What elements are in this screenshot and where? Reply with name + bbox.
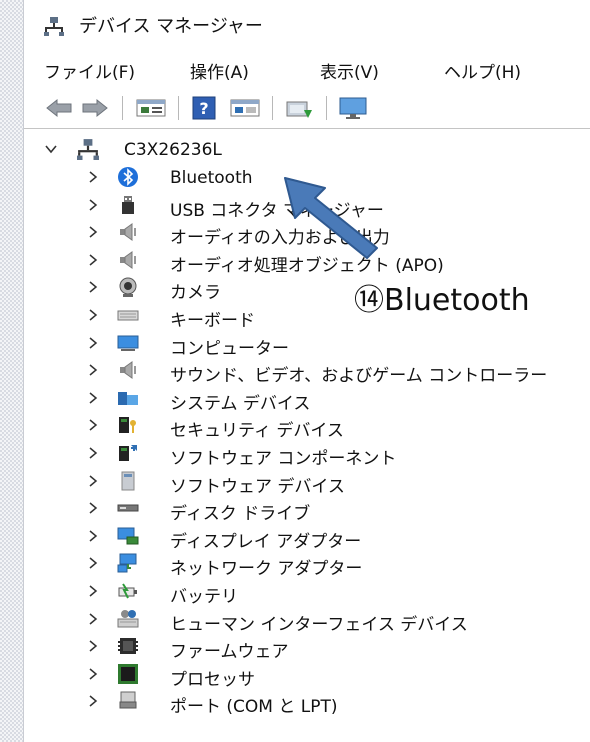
chevron-right-icon[interactable] (86, 638, 100, 652)
view-icon[interactable] (228, 94, 262, 122)
security-device-icon (117, 414, 139, 436)
tree-item[interactable]: システム デバイス (24, 386, 590, 414)
speaker-icon (117, 359, 139, 381)
chevron-right-icon[interactable] (86, 473, 100, 487)
chevron-right-icon[interactable] (86, 279, 100, 293)
tree-item[interactable]: ヒューマン インターフェイス デバイス (24, 607, 590, 635)
chevron-right-icon[interactable] (86, 666, 100, 680)
svg-text:?: ? (199, 99, 208, 118)
tree-item[interactable]: コンピューター (24, 331, 590, 359)
usb-icon (117, 194, 139, 216)
chevron-right-icon[interactable] (86, 224, 100, 238)
toolbar-separator (122, 96, 123, 120)
tree-item-label: キーボード (170, 311, 255, 331)
tree-item-label: サウンド、ビデオ、およびゲーム コントローラー (170, 366, 548, 387)
tree-item[interactable]: セキュリティ デバイス (24, 413, 590, 441)
camera-icon (117, 276, 139, 298)
menu-action[interactable]: 操作(A) (190, 58, 249, 83)
tree-item[interactable]: ソフトウェア コンポーネント (24, 441, 590, 469)
annotation-arrow (284, 177, 378, 259)
tree-root[interactable]: C3X26236L (24, 137, 590, 165)
display-adapter-icon (117, 525, 139, 547)
port-icon (117, 690, 139, 712)
window-title: デバイス マネージャー (79, 16, 263, 37)
chevron-right-icon[interactable] (86, 445, 100, 459)
tree-item-label: ヒューマン インターフェイス デバイス (170, 614, 468, 635)
tree-item[interactable]: ポート (COM と LPT) (24, 689, 590, 717)
battery-icon (117, 580, 139, 602)
tree-item-label: ソフトウェア コンポーネント (170, 449, 397, 469)
help-icon[interactable]: ? (190, 94, 218, 122)
update-driver-icon[interactable] (282, 94, 316, 122)
tree-item[interactable]: ディスプレイ アダプター (24, 524, 590, 552)
tree-item-label: システム デバイス (170, 393, 311, 414)
toolbar-separator (272, 96, 273, 120)
software-component-icon (117, 442, 139, 464)
tree-item[interactable]: バッテリ (24, 579, 590, 607)
hid-icon (117, 608, 139, 630)
tree-item-label: セキュリティ デバイス (170, 421, 344, 442)
chevron-right-icon[interactable] (86, 390, 100, 404)
bluetooth-icon (117, 166, 139, 188)
tree-item-label: ネットワーク アダプター (170, 559, 363, 580)
tree-item[interactable]: プロセッサ (24, 662, 590, 690)
system-folder-icon (117, 387, 139, 409)
chevron-right-icon[interactable] (86, 611, 100, 625)
tree-item-label: ディスク ドライブ (170, 504, 311, 525)
speaker-icon (117, 249, 139, 271)
chevron-right-icon[interactable] (86, 417, 100, 431)
tree-item[interactable]: サウンド、ビデオ、およびゲーム コントローラー (24, 358, 590, 386)
menu-bar: ファイル(F) 操作(A) 表示(V) ヘルプ(H) (24, 50, 590, 86)
chevron-right-icon[interactable] (86, 335, 100, 349)
computer-tree-icon (77, 138, 99, 160)
tree-item[interactable]: ファームウェア (24, 634, 590, 662)
tree-item[interactable]: ディスク ドライブ (24, 496, 590, 524)
menu-file[interactable]: ファイル(F) (44, 58, 135, 83)
title-bar: デバイス マネージャー (24, 0, 590, 50)
chevron-right-icon[interactable] (86, 583, 100, 597)
back-icon[interactable] (44, 94, 74, 122)
toolbar: ? (24, 88, 590, 128)
speaker-icon (117, 221, 139, 243)
chevron-right-icon[interactable] (86, 528, 100, 542)
tree-item-label: コンピューター (170, 338, 289, 359)
device-manager-window: デバイス マネージャー ファイル(F) 操作(A) 表示(V) ヘルプ(H) ? (24, 0, 590, 742)
chevron-right-icon[interactable] (86, 693, 100, 707)
chevron-right-icon[interactable] (86, 307, 100, 321)
chevron-right-icon[interactable] (86, 555, 100, 569)
chevron-right-icon[interactable] (86, 197, 100, 211)
chevron-right-icon[interactable] (86, 362, 100, 376)
tree-item[interactable]: ソフトウェア デバイス (24, 469, 590, 497)
tree-root-label: C3X26236L (124, 140, 222, 160)
tree-item-label: ディスプレイ アダプター (170, 531, 362, 552)
tree-item[interactable]: ネットワーク アダプター (24, 551, 590, 579)
processor-icon (117, 663, 139, 685)
chevron-down-icon[interactable] (44, 141, 58, 155)
menu-help[interactable]: ヘルプ(H) (444, 58, 521, 83)
computer-icon (117, 332, 139, 354)
menu-view[interactable]: 表示(V) (320, 58, 379, 83)
device-manager-app-icon (44, 16, 64, 36)
firmware-icon (117, 635, 139, 657)
tree-item-label: プロセッサ (170, 669, 255, 690)
network-adapter-icon (117, 552, 139, 574)
tree-item-label: Bluetooth (170, 168, 253, 188)
chevron-right-icon[interactable] (86, 252, 100, 266)
toolbar-separator (326, 96, 327, 120)
chevron-right-icon[interactable] (86, 169, 100, 183)
disk-drive-icon (117, 497, 139, 519)
forward-icon[interactable] (80, 94, 110, 122)
tree-item-label: ソフトウェア デバイス (170, 476, 345, 497)
tree-item-label: ファームウェア (170, 642, 289, 663)
keyboard-icon (117, 304, 139, 326)
annotation-label: ⑭Bluetooth (354, 283, 530, 318)
tree-item-label: カメラ (170, 283, 221, 304)
monitor-icon[interactable] (336, 94, 370, 122)
toolbar-separator (178, 96, 179, 120)
properties-icon[interactable] (134, 94, 168, 122)
chevron-right-icon[interactable] (86, 500, 100, 514)
tree-item-label: ポート (COM と LPT) (170, 697, 338, 718)
software-device-icon (117, 470, 139, 492)
tree-item-label: バッテリ (170, 587, 238, 607)
